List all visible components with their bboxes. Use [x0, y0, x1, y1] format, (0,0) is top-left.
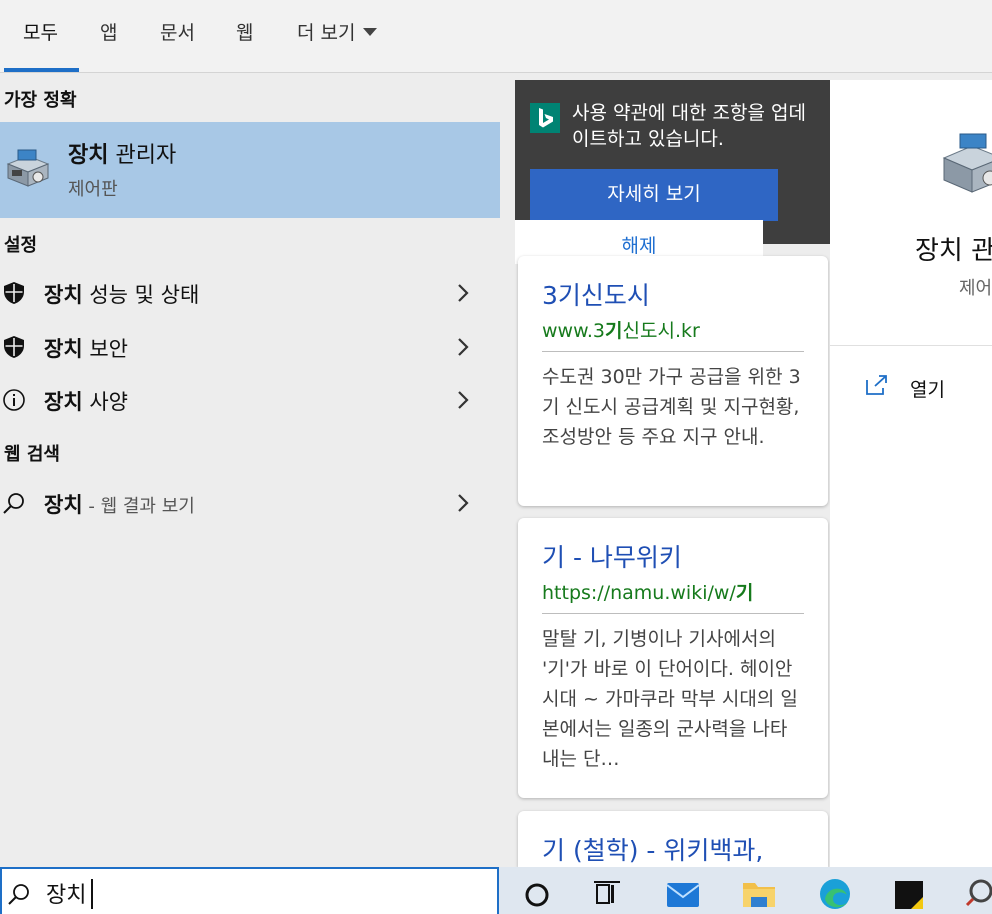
result-title-link[interactable]: 3기신도시	[542, 276, 650, 312]
search-box[interactable]	[0, 867, 499, 914]
search-input[interactable]	[46, 877, 446, 909]
device-manager-icon	[6, 149, 50, 187]
settings-item-label: 장치 성능 및 상태	[44, 283, 200, 307]
section-settings: 설정	[4, 235, 38, 256]
result-url: www.3기신도시.kr	[542, 320, 700, 342]
section-best-match: 가장 정확	[4, 90, 77, 111]
result-snippet: 수도권 30만 가구 공급을 위한 3기 신도시 공급계획 및 지구현황, 조성…	[542, 366, 801, 448]
task-view-icon[interactable]	[589, 875, 625, 911]
web-result-card[interactable]: 기 - 나무위키 https://namu.wiki/w/기 말탈 기, 기병이…	[518, 518, 828, 798]
settings-item-security[interactable]: 장치 보안	[0, 323, 500, 373]
chevron-right-icon	[458, 391, 469, 409]
shield-icon	[4, 282, 24, 304]
divider	[830, 345, 992, 346]
bing-logo-icon	[530, 103, 560, 133]
settings-item-label: 장치 보안	[44, 337, 128, 361]
tab-more-label: 더 보기	[297, 22, 356, 44]
search-icon	[8, 884, 29, 905]
tab-apps[interactable]: 앱	[100, 20, 117, 46]
banner-message: 사용 약관에 대한 조항을 업데이트하고 있습니다.	[572, 102, 806, 150]
info-icon	[3, 389, 25, 411]
tab-all[interactable]: 모두	[23, 20, 58, 46]
active-tab-indicator	[4, 68, 79, 72]
best-match-item[interactable]: 장치 관리자 제어판	[0, 122, 500, 218]
results-list: 가장 정확 장치 관리자 제어판 설정 장치 성능 및 상태 장치 보안 장치 …	[0, 73, 500, 867]
settings-item-label: 장치 사양	[44, 390, 128, 414]
best-match-subtitle: 제어판	[68, 179, 118, 200]
open-external-icon[interactable]	[865, 374, 889, 396]
best-match-title: 장치 관리자	[68, 143, 177, 168]
chevron-right-icon	[458, 494, 469, 512]
settings-item-specs[interactable]: 장치 사양	[0, 376, 500, 426]
chevron-right-icon	[458, 338, 469, 356]
learn-more-button[interactable]: 자세히 보기	[530, 169, 778, 221]
tab-web[interactable]: 웹	[236, 20, 253, 46]
divider	[542, 351, 804, 352]
settings-item-health[interactable]: 장치 성능 및 상태	[0, 269, 500, 319]
app-icon[interactable]	[961, 875, 992, 911]
device-manager-icon	[942, 133, 992, 193]
preview-subtitle: 제어	[959, 278, 992, 299]
tab-more[interactable]: 더 보기	[297, 20, 378, 46]
tab-documents[interactable]: 문서	[160, 20, 195, 46]
web-search-label: 장치 - 웹 결과 보기	[44, 493, 195, 517]
preview-pane: 장치 관 제어 열기	[830, 80, 992, 867]
divider	[542, 613, 804, 614]
search-icon	[3, 493, 24, 514]
chevron-down-icon	[363, 28, 378, 36]
edge-icon[interactable]	[817, 875, 853, 911]
cortana-icon[interactable]	[519, 875, 555, 911]
result-title-link[interactable]: 기 (철학) - 위키백과,	[542, 831, 763, 867]
shield-icon	[4, 336, 24, 358]
section-web-search: 웹 검색	[4, 444, 60, 465]
result-url: https://namu.wiki/w/기	[542, 582, 754, 604]
open-action[interactable]: 열기	[910, 375, 945, 402]
sticky-notes-icon[interactable]	[891, 875, 927, 911]
filter-tab-bar: 모두 앱 문서 웹 더 보기	[0, 0, 992, 73]
web-search-item[interactable]: 장치 - 웹 결과 보기	[0, 479, 500, 529]
mail-icon[interactable]	[665, 875, 701, 911]
file-explorer-icon[interactable]	[741, 875, 777, 911]
text-cursor	[91, 879, 93, 909]
taskbar	[499, 867, 992, 914]
result-snippet: 말탈 기, 기병이나 기사에서의 '기'가 바로 이 단어이다. 헤이안 시대 …	[542, 628, 798, 770]
chevron-right-icon	[458, 284, 469, 302]
web-result-card[interactable]: 3기신도시 www.3기신도시.kr 수도권 30만 가구 공급을 위한 3기 …	[518, 256, 828, 506]
preview-title: 장치 관	[915, 236, 992, 266]
result-title-link[interactable]: 기 - 나무위키	[542, 538, 682, 574]
web-result-card[interactable]: 기 (철학) - 위키백과,	[518, 811, 828, 867]
